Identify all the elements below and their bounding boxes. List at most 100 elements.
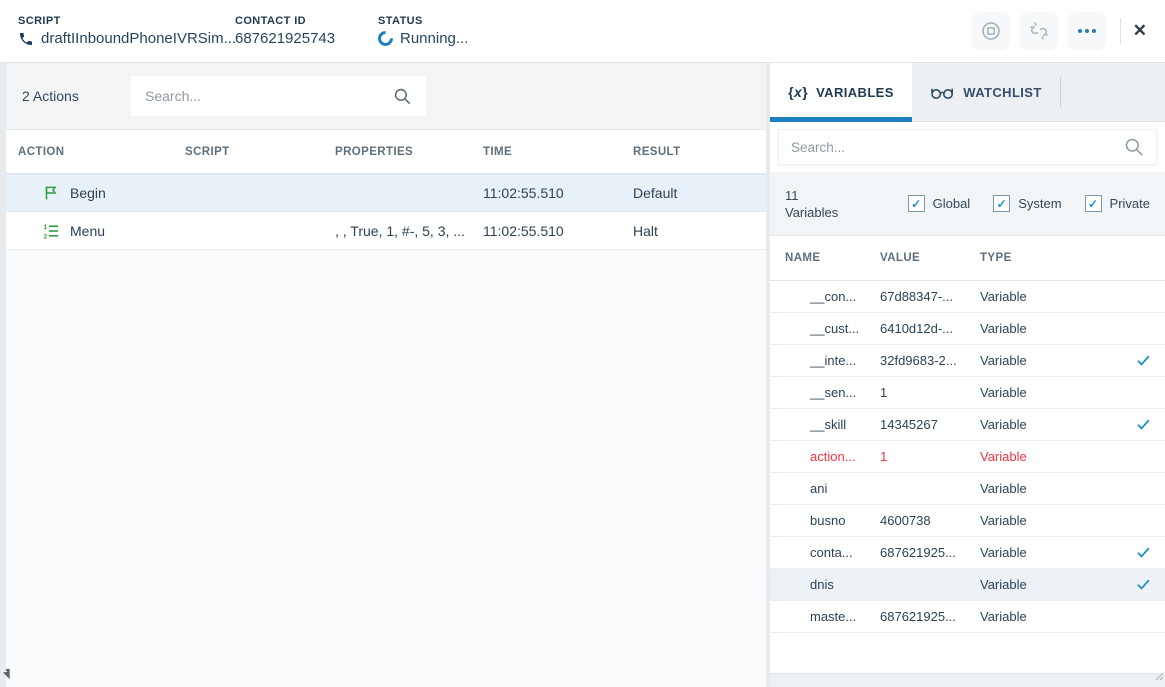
variables-count-word: Variables: [785, 204, 838, 221]
tab-watchlist[interactable]: WATCHLIST: [912, 63, 1060, 121]
variable-name: busno: [785, 513, 880, 528]
status-label: STATUS: [378, 15, 468, 27]
variable-name: dnis: [785, 577, 880, 592]
variable-row[interactable]: conta... 687621925... Variable: [770, 537, 1165, 569]
action-name: Begin: [70, 185, 106, 201]
actions-table-header: ACTION SCRIPT PROPERTIES TIME RESULT: [6, 130, 766, 174]
variables-search-input[interactable]: [791, 140, 1124, 155]
variable-type: Variable: [980, 289, 1121, 304]
variables-search-row: [770, 122, 1165, 172]
script-monitor-window: SCRIPT draftIInboundPhoneIVRSim... CONTA…: [0, 0, 1165, 687]
checkbox-icon[interactable]: ✓: [1085, 195, 1102, 212]
variable-type: Variable: [980, 481, 1121, 496]
variable-value: 1: [880, 385, 980, 400]
col-type: TYPE: [980, 252, 1121, 264]
variable-row[interactable]: __inte... 32fd9683-2... Variable: [770, 345, 1165, 377]
variables-count-number: 11: [785, 187, 838, 204]
status-value: Running...: [378, 30, 468, 47]
action-name: Menu: [70, 223, 105, 239]
variables-search-box: [778, 129, 1157, 165]
svg-text:2: 2: [44, 233, 48, 239]
variables-table-body: __con... 67d88347-... Variable __cust...…: [770, 281, 1165, 633]
filter-checkbox-item[interactable]: ✓ Global: [908, 195, 971, 212]
braces-x-icon: {x}: [788, 84, 808, 100]
check-icon: [1121, 353, 1165, 368]
variable-type: Variable: [980, 321, 1121, 336]
more-options-button[interactable]: [1068, 12, 1106, 50]
variable-value: 6410d12d-...: [880, 321, 980, 336]
variable-row[interactable]: action... 1 Variable: [770, 441, 1165, 473]
tab-watchlist-label: WATCHLIST: [963, 85, 1041, 100]
unlink-button[interactable]: [1020, 12, 1058, 50]
col-properties: PROPERTIES: [335, 146, 483, 158]
variable-value: 4600738: [880, 513, 980, 528]
glasses-icon: [930, 85, 955, 100]
variable-row[interactable]: __cust... 6410d12d-... Variable: [770, 313, 1165, 345]
filter-label: System: [1018, 196, 1061, 211]
actions-search-input[interactable]: [145, 88, 393, 104]
action-result: Default: [633, 185, 766, 201]
mouse-cursor: [0, 666, 11, 687]
variable-type: Variable: [980, 609, 1121, 624]
actions-panel: 2 Actions ACTION SCRIPT PROPERTIES TIME …: [6, 63, 766, 687]
script-name-text: draftIInboundPhoneIVRSim...: [41, 30, 236, 47]
status-text: Running...: [400, 30, 468, 47]
variable-value: 14345267: [880, 417, 980, 432]
tab-variables[interactable]: {x} VARIABLES: [770, 63, 912, 121]
filter-checkbox-item[interactable]: ✓ System: [993, 195, 1061, 212]
variable-name: action...: [785, 449, 880, 464]
tab-variables-label: VARIABLES: [816, 85, 894, 100]
variables-table-header: NAME VALUE TYPE: [770, 236, 1165, 281]
variable-filters: ✓ Global ✓ System ✓ Private: [885, 195, 1150, 212]
variable-value: 1: [880, 449, 980, 464]
contact-info: CONTACT ID 687621925743: [235, 15, 378, 47]
variables-count: 11 Variables: [785, 187, 838, 221]
variable-value: 687621925...: [880, 609, 980, 624]
panel-footer: [770, 673, 1165, 687]
variable-name: __inte...: [785, 353, 880, 368]
col-value: VALUE: [880, 252, 980, 264]
panel-tabs: {x} VARIABLES WATCHLIST: [770, 63, 1165, 122]
variable-row[interactable]: maste... 687621925... Variable: [770, 601, 1165, 633]
filter-checkbox-item[interactable]: ✓ Private: [1085, 195, 1150, 212]
script-value: draftIInboundPhoneIVRSim...: [18, 30, 235, 47]
variable-type: Variable: [980, 449, 1121, 464]
action-row[interactable]: 12 Menu , , True, 1, #-, 5, 3, ... 11:02…: [6, 212, 766, 250]
stop-record-button[interactable]: [972, 12, 1010, 50]
variable-name: __sen...: [785, 385, 880, 400]
resize-handle-icon[interactable]: [1153, 668, 1164, 686]
action-row[interactable]: Begin 11:02:55.510 Default: [6, 174, 766, 212]
script-label: SCRIPT: [18, 15, 235, 27]
action-result: Halt: [633, 223, 766, 239]
search-icon[interactable]: [1124, 137, 1144, 157]
actions-count: 2 Actions: [22, 88, 131, 104]
checkbox-icon[interactable]: ✓: [908, 195, 925, 212]
flag-icon: [43, 185, 59, 201]
variable-name: conta...: [785, 545, 880, 560]
actions-toolbar: 2 Actions: [6, 63, 766, 130]
contact-id-value: 687621925743: [235, 30, 378, 47]
tab-divider: [1060, 77, 1061, 107]
script-info: SCRIPT draftIInboundPhoneIVRSim...: [18, 15, 235, 47]
unlink-icon: [1028, 20, 1050, 42]
variable-row[interactable]: __skill 14345267 Variable: [770, 409, 1165, 441]
variable-type: Variable: [980, 545, 1121, 560]
contact-id-label: CONTACT ID: [235, 15, 378, 27]
variable-row[interactable]: __con... 67d88347-... Variable: [770, 281, 1165, 313]
variable-type: Variable: [980, 417, 1121, 432]
variables-panel: {x} VARIABLES WATCHLIST 11 Var: [770, 63, 1165, 687]
checkbox-icon[interactable]: ✓: [993, 195, 1010, 212]
search-icon[interactable]: [393, 87, 412, 106]
variable-value: 32fd9683-2...: [880, 353, 980, 368]
action-time: 11:02:55.510: [483, 223, 633, 239]
variable-row[interactable]: __sen... 1 Variable: [770, 377, 1165, 409]
window-header: SCRIPT draftIInboundPhoneIVRSim... CONTA…: [0, 0, 1165, 63]
variable-row[interactable]: ani Variable: [770, 473, 1165, 505]
close-button[interactable]: ✕: [1133, 21, 1147, 41]
phone-icon: [18, 31, 34, 47]
col-result: RESULT: [633, 146, 766, 158]
stop-record-icon: [980, 20, 1002, 42]
status-info: STATUS Running...: [378, 15, 468, 47]
variable-row[interactable]: busno 4600738 Variable: [770, 505, 1165, 537]
variable-row[interactable]: dnis Variable: [770, 569, 1165, 601]
